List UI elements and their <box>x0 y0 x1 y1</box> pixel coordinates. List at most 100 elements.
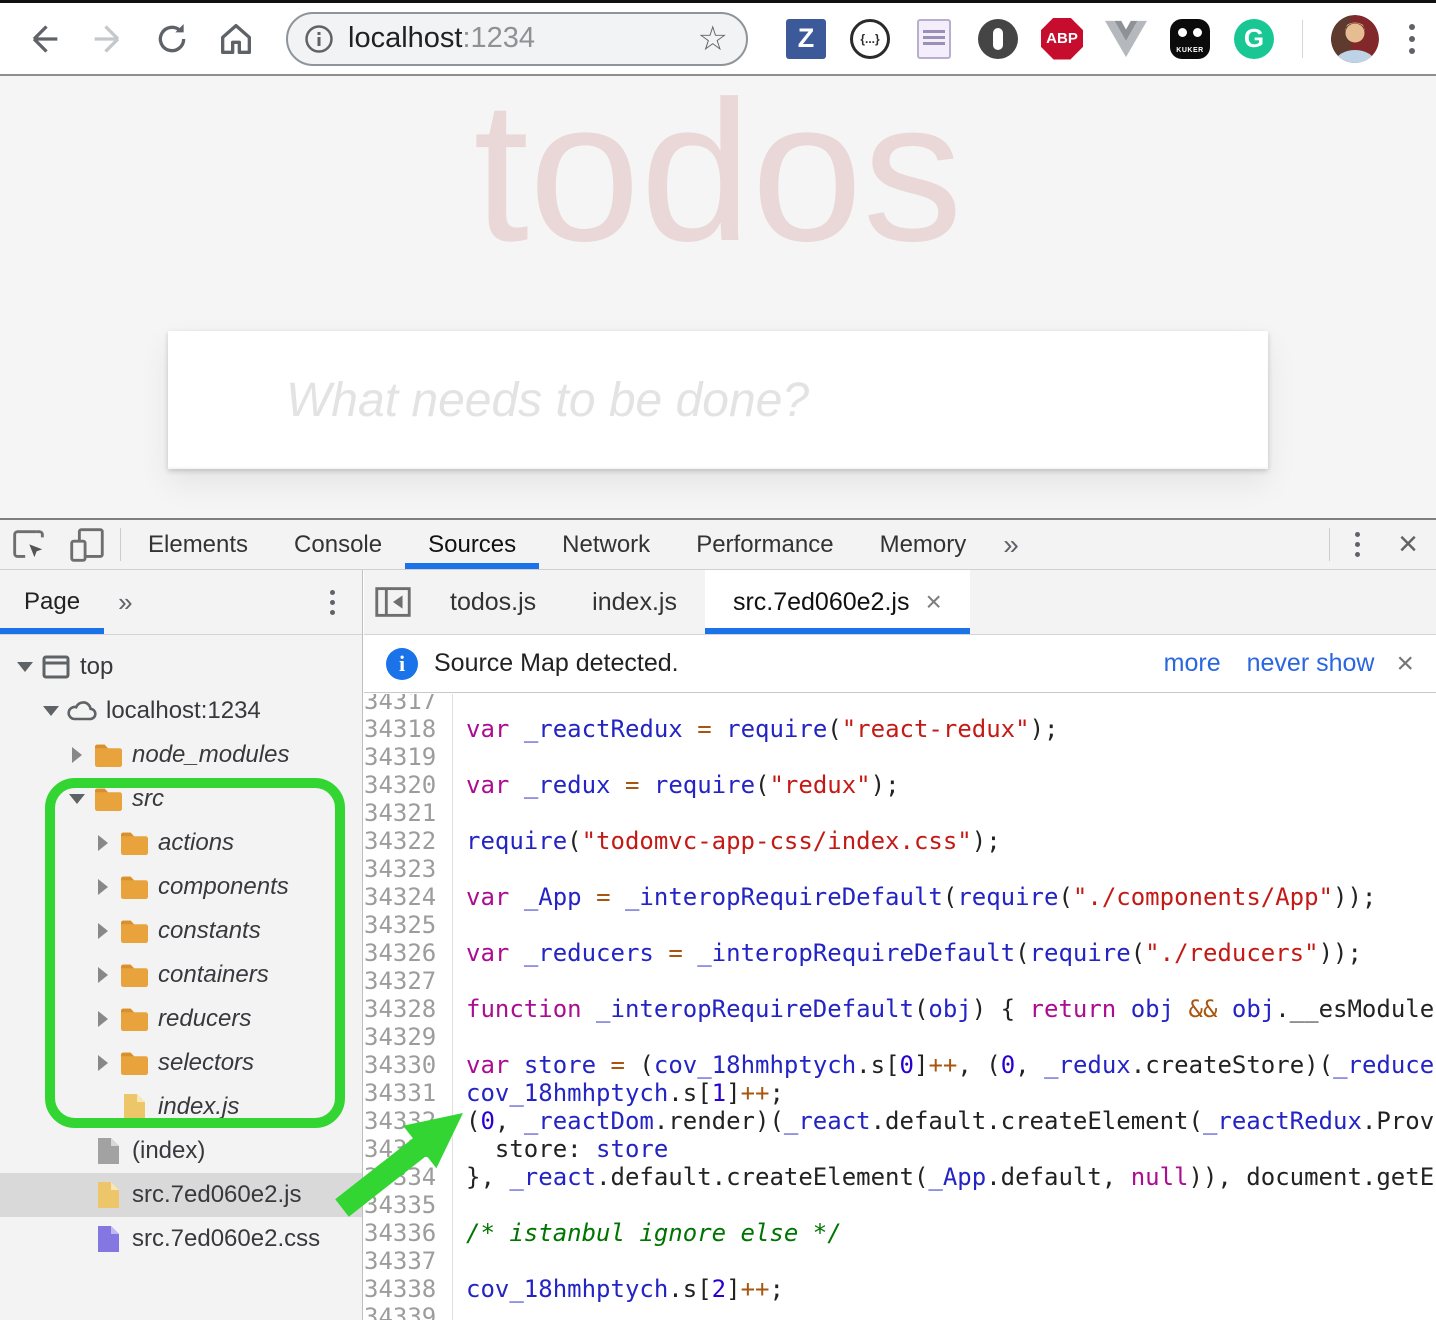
line-number[interactable]: 34323 <box>364 855 438 883</box>
tab-page[interactable]: Page <box>0 570 104 634</box>
tree-item-reducers[interactable]: reducers <box>0 997 362 1041</box>
chevron-right-icon[interactable] <box>92 1055 114 1071</box>
tree-item-src-7ed060e2-css[interactable]: src.7ed060e2.css <box>0 1217 362 1261</box>
line-number[interactable]: 34324 <box>364 883 438 911</box>
line-number[interactable]: 34337 <box>364 1247 438 1275</box>
line-number[interactable]: 34330 <box>364 1051 438 1079</box>
tree-item-containers[interactable]: containers <box>0 953 362 997</box>
forward-icon[interactable] <box>86 17 130 61</box>
line-number[interactable]: 34331 <box>364 1079 438 1107</box>
kuker-icon[interactable]: KUKER <box>1169 18 1211 60</box>
chevron-right-icon[interactable] <box>92 1011 114 1027</box>
chevron-right-icon[interactable] <box>66 747 88 763</box>
code-editor[interactable]: 3431734318var _reactRedux = require("rea… <box>364 694 1436 1320</box>
code-text: cov_18hmhptych.s[2]++; <box>438 1275 784 1303</box>
line-number[interactable]: 34321 <box>364 799 438 827</box>
tab-close-icon[interactable]: × <box>925 588 941 616</box>
line-number[interactable]: 34338 <box>364 1275 438 1303</box>
profile-avatar[interactable] <box>1331 15 1379 63</box>
line-number[interactable]: 34327 <box>364 967 438 995</box>
sourcemap-close-icon[interactable]: × <box>1396 647 1414 681</box>
code-text: /* istanbul ignore else */ <box>438 1219 842 1247</box>
page-info-icon[interactable] <box>304 24 334 54</box>
line-number[interactable]: 34339 <box>364 1303 438 1320</box>
notes-icon[interactable] <box>913 18 955 60</box>
bookmark-star-icon[interactable]: ☆ <box>698 22 728 56</box>
editor-tab-src-7ed060e2-js[interactable]: src.7ed060e2.js× <box>705 570 970 634</box>
sourcemap-never-show-link[interactable]: never show <box>1247 649 1375 678</box>
tree-item-src[interactable]: src <box>0 777 362 821</box>
tab-elements[interactable]: Elements <box>125 520 271 569</box>
code-text: var _reducers = _interopRequireDefault(r… <box>438 939 1362 967</box>
navigator-kebab-icon[interactable] <box>302 570 362 634</box>
line-number[interactable]: 34318 <box>364 715 438 743</box>
chevron-down-icon[interactable] <box>40 706 62 716</box>
tree-item-label: src.7ed060e2.js <box>132 1181 301 1209</box>
url-bar[interactable]: localhost:1234 ☆ <box>286 12 748 66</box>
line-number[interactable]: 34317 <box>364 694 438 715</box>
line-number[interactable]: 34336 <box>364 1219 438 1247</box>
tree-item-localhost-1234[interactable]: localhost:1234 <box>0 689 362 733</box>
tree-item-selectors[interactable]: selectors <box>0 1041 362 1085</box>
grammarly-icon[interactable]: G <box>1233 18 1275 60</box>
line-number[interactable]: 34320 <box>364 771 438 799</box>
tree-item-node-modules[interactable]: node_modules <box>0 733 362 777</box>
tree-item-src-7ed060e2-js[interactable]: src.7ed060e2.js <box>0 1173 362 1217</box>
line-number[interactable]: 34334 <box>364 1163 438 1191</box>
hide-navigator-icon[interactable] <box>364 570 422 634</box>
tree-item-label: constants <box>158 917 261 945</box>
tree-item-actions[interactable]: actions <box>0 821 362 865</box>
tab-performance[interactable]: Performance <box>673 520 856 569</box>
tree-item-components[interactable]: components <box>0 865 362 909</box>
browser-menu-kebab-icon[interactable] <box>1401 17 1422 61</box>
devtools-close-icon[interactable]: × <box>1380 520 1436 569</box>
frame-icon <box>40 651 72 683</box>
tab-network[interactable]: Network <box>539 520 673 569</box>
chevron-right-icon[interactable] <box>92 923 114 939</box>
tree-item-label: containers <box>158 961 269 989</box>
folder-icon <box>92 739 124 771</box>
home-icon[interactable] <box>214 17 258 61</box>
chevron-right-icon[interactable] <box>92 967 114 983</box>
line-number[interactable]: 34332 <box>364 1107 438 1135</box>
line-number[interactable]: 34322 <box>364 827 438 855</box>
navigator-more-chevron-icon[interactable]: » <box>104 570 146 634</box>
sourcemap-more-link[interactable]: more <box>1164 649 1221 678</box>
more-tabs-chevron-icon[interactable]: » <box>989 520 1033 569</box>
tab-memory[interactable]: Memory <box>857 520 990 569</box>
tab-console[interactable]: Console <box>271 520 405 569</box>
inspect-element-icon[interactable] <box>0 520 58 569</box>
folder-icon <box>118 959 150 991</box>
chevron-right-icon[interactable] <box>92 879 114 895</box>
url-text[interactable]: localhost:1234 <box>348 22 698 55</box>
line-number[interactable]: 34326 <box>364 939 438 967</box>
code-line: 34323 <box>364 855 1436 883</box>
json-brackets-icon[interactable]: {...} <box>849 18 891 60</box>
line-number[interactable]: 34325 <box>364 911 438 939</box>
devtools-menu-kebab-icon[interactable] <box>1334 520 1380 569</box>
chevron-down-icon[interactable] <box>14 662 36 672</box>
tab-sources[interactable]: Sources <box>405 520 539 569</box>
line-number[interactable]: 34328 <box>364 995 438 1023</box>
device-toolbar-icon[interactable] <box>58 520 116 569</box>
code-line: 34324var _App = _interopRequireDefault(r… <box>364 883 1436 911</box>
new-todo-input[interactable] <box>168 331 1268 469</box>
zotero-icon[interactable]: Z <box>785 18 827 60</box>
tree-item-index-js[interactable]: index.js <box>0 1085 362 1129</box>
line-number[interactable]: 34329 <box>364 1023 438 1051</box>
vue-devtools-icon[interactable] <box>1105 18 1147 60</box>
editor-tab-todos-js[interactable]: todos.js <box>422 570 564 634</box>
editor-tab-index-js[interactable]: index.js <box>564 570 705 634</box>
back-icon[interactable] <box>22 17 66 61</box>
tree-item-top[interactable]: top <box>0 645 362 689</box>
line-number[interactable]: 34319 <box>364 743 438 771</box>
tree-item-constants[interactable]: constants <box>0 909 362 953</box>
reload-icon[interactable] <box>150 17 194 61</box>
adblock-plus-icon[interactable]: ABP <box>1041 18 1083 60</box>
line-number[interactable]: 34333 <box>364 1135 438 1163</box>
onepassword-icon[interactable] <box>977 18 1019 60</box>
tree-item--index-[interactable]: (index) <box>0 1129 362 1173</box>
chevron-right-icon[interactable] <box>92 835 114 851</box>
line-number[interactable]: 34335 <box>364 1191 438 1219</box>
chevron-down-icon[interactable] <box>66 794 88 804</box>
